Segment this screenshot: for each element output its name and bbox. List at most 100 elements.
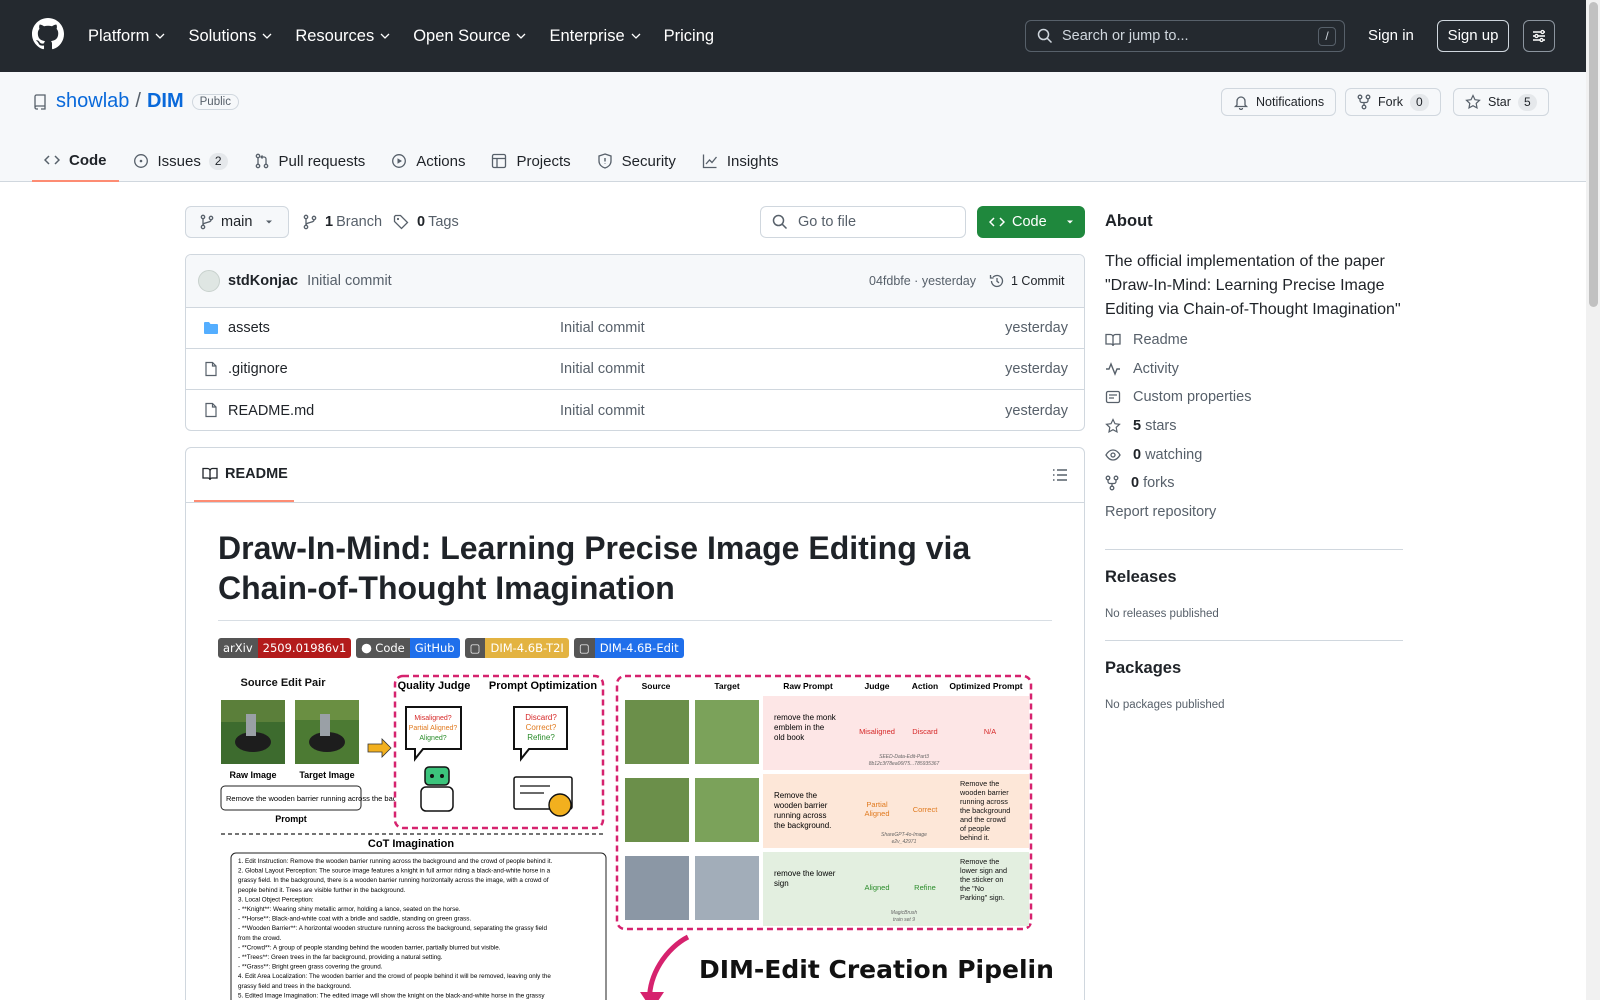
file-row[interactable]: README.md Initial commit yesterday: [186, 390, 1084, 430]
repo-icon: [34, 93, 46, 110]
file-browser: stdKonjac Initial commit 04fdbfe · yeste…: [185, 254, 1085, 431]
fork-icon: [1105, 475, 1119, 491]
sign-in-link[interactable]: Sign in: [1368, 27, 1414, 44]
repo-owner-link[interactable]: showlab: [56, 90, 129, 113]
tab-actions[interactable]: Actions: [379, 140, 477, 182]
fork-count: 0: [1410, 93, 1429, 111]
file-commit-message[interactable]: Initial commit: [560, 361, 645, 377]
global-header: Platform Solutions Resources Open Source…: [0, 0, 1600, 72]
releases-heading[interactable]: Releases: [1105, 568, 1177, 587]
nav-pricing[interactable]: Pricing: [664, 27, 714, 46]
edit-model-badge[interactable]: ▢ DIM-4.6B-Edit: [573, 638, 684, 658]
readme-tab[interactable]: README: [194, 448, 294, 502]
row-target-image: [695, 856, 759, 920]
search-input[interactable]: Search or jump to... /: [1025, 20, 1345, 52]
tab-pull-requests[interactable]: Pull requests: [242, 140, 378, 182]
repo-title: showlab / DIM Public: [32, 90, 239, 113]
commit-message[interactable]: Initial commit: [307, 273, 392, 289]
nav-resources[interactable]: Resources: [295, 27, 391, 46]
tags-link[interactable]: 0 Tags: [393, 214, 459, 230]
file-commit-message[interactable]: Initial commit: [560, 320, 645, 336]
cot-line: 3. Local Object Perception:: [238, 896, 314, 903]
star-button[interactable]: Star 5: [1453, 88, 1549, 116]
caret-down-icon: [1066, 220, 1073, 224]
branch-selector[interactable]: main: [185, 206, 289, 238]
commit-author[interactable]: stdKonjac: [228, 273, 298, 289]
example-table-rows: remove the monk emblem in the old bookMisa…: [625, 696, 1029, 926]
activity-link[interactable]: Activity: [1105, 361, 1179, 377]
judge-aligned: Aligned?: [419, 735, 446, 742]
bell-icon: [1233, 96, 1249, 110]
github-badge[interactable]: Code GitHub: [356, 638, 460, 658]
stars-link[interactable]: 5 stars: [1105, 418, 1177, 434]
file-commit-message[interactable]: Initial commit: [560, 403, 645, 419]
packages-empty-text: No packages published: [1105, 699, 1225, 711]
file-row[interactable]: assets Initial commit yesterday: [186, 308, 1084, 349]
readme-divider: [186, 502, 1084, 503]
report-repository-link[interactable]: Report repository: [1105, 504, 1216, 520]
scrollbar-thumb[interactable]: [1589, 2, 1598, 307]
opt-discard: Discard?: [525, 713, 557, 722]
file-name[interactable]: assets: [228, 320, 270, 336]
tab-insights[interactable]: Insights: [690, 140, 791, 182]
outline-list-icon[interactable]: [1052, 467, 1068, 483]
row-source-image: [625, 700, 689, 764]
issue-icon: [133, 154, 148, 168]
table-row: remove the lower sign Aligned RefineRemove …: [625, 852, 1029, 926]
github-logo-icon[interactable]: [32, 18, 64, 53]
t2i-model-badge[interactable]: ▢ DIM-4.6B-T2I: [464, 638, 569, 658]
sidebar-divider: [1105, 549, 1403, 550]
branch-name: main: [221, 214, 253, 230]
judge-partial: Partial Aligned?: [409, 725, 458, 732]
pipeline-label: DIM-Edit Creation Pipeline: [699, 955, 1052, 984]
cot-line: - **Knight**: Wearing shiny metallic arm…: [238, 906, 461, 913]
cot-line: grassy field and trees in the background…: [238, 983, 352, 990]
command-palette-button[interactable]: [1523, 20, 1555, 52]
branches-link[interactable]: 1 Branch: [303, 214, 382, 230]
readme-panel: README Draw-In-Mind: Learning Precise Im…: [185, 447, 1085, 1000]
avatar[interactable]: [198, 270, 220, 292]
arxiv-badge[interactable]: arXiv 2509.01986v1: [218, 638, 352, 658]
commit-hash-time[interactable]: 04fdbfe · yesterday: [869, 274, 976, 288]
forks-link[interactable]: 0 forks: [1105, 475, 1175, 491]
file-row[interactable]: .gitignore Initial commit yesterday: [186, 349, 1084, 390]
nav-platform[interactable]: Platform: [88, 27, 166, 46]
page-scrollbar[interactable]: [1586, 0, 1600, 1000]
tab-issues[interactable]: Issues 2: [121, 140, 240, 182]
file-name[interactable]: README.md: [228, 403, 314, 419]
repo-name-link[interactable]: DIM: [147, 90, 184, 113]
file-name[interactable]: .gitignore: [228, 361, 288, 377]
cot-line: 5. Edited Image Imagination: The edited …: [238, 992, 545, 999]
custom-properties-link[interactable]: Custom properties: [1105, 389, 1251, 405]
go-to-file-input[interactable]: Go to file: [760, 206, 966, 238]
packages-heading[interactable]: Packages: [1105, 659, 1181, 678]
nav-enterprise[interactable]: Enterprise: [549, 27, 641, 46]
code-dropdown-button[interactable]: Code: [977, 206, 1085, 238]
readme-link[interactable]: Readme: [1105, 332, 1188, 348]
notifications-button[interactable]: Notifications: [1221, 88, 1337, 116]
table-header-cell: Raw Prompt: [783, 681, 833, 691]
sign-up-button[interactable]: Sign up: [1437, 20, 1509, 52]
chevron-down-icon: [262, 33, 272, 39]
watching-link[interactable]: 0 watching: [1105, 447, 1202, 463]
cot-text-block: 1. Edit Instruction: Remove the wooden b…: [238, 858, 553, 999]
pulse-icon: [1106, 362, 1120, 376]
tab-code[interactable]: Code: [32, 140, 119, 182]
nav-open-source[interactable]: Open Source: [413, 27, 527, 46]
fork-button[interactable]: Fork 0: [1345, 88, 1441, 116]
commits-link[interactable]: 1 Commit: [989, 273, 1064, 289]
note-icon: [1105, 390, 1121, 404]
row-judge: Partial Aligned: [864, 800, 889, 818]
cot-line: - **Wooden Barrier**: A horizontal woode…: [238, 925, 547, 932]
tab-security[interactable]: Security: [585, 140, 688, 182]
chevron-down-icon: [516, 33, 526, 39]
branch-icon: [303, 214, 317, 230]
pull-request-icon: [255, 153, 268, 169]
table-row: remove the monk emblem in the old bookMisa…: [625, 696, 1029, 770]
cot-line: 4. Edit Area Localization: The wooden ba…: [238, 973, 551, 980]
file-date: yesterday: [1005, 320, 1068, 336]
tab-projects[interactable]: Projects: [479, 140, 582, 182]
heading-rule: [218, 620, 1052, 621]
latest-commit: stdKonjac Initial commit 04fdbfe · yeste…: [186, 255, 1084, 308]
nav-solutions[interactable]: Solutions: [188, 27, 273, 46]
